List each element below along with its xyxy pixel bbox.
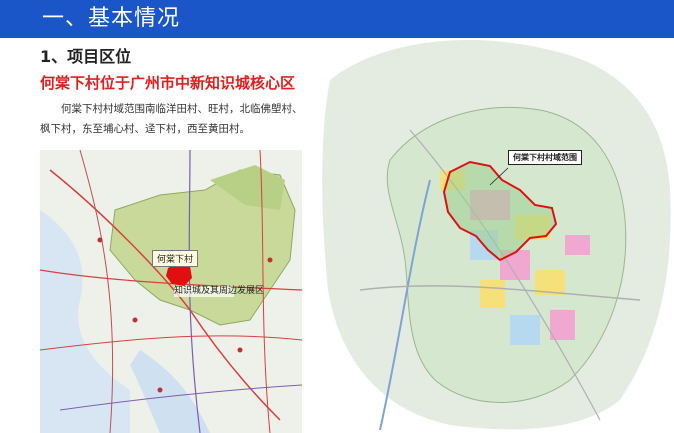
body-paragraph: 何棠下村村域范围南临洋田村、旺村，北临佛塱村、枫下村，东至埔心村、迳下村，西至黄… (40, 103, 303, 135)
page-title: 一、基本情况 (42, 6, 181, 31)
headline: 何棠下村位于广州市中新知识城核心区 (40, 74, 296, 92)
header-bar: 一、基本情况 (0, 0, 674, 38)
village-boundary-label: 何棠下村村域范围 (508, 150, 582, 165)
core-area-label: 知识城及其周边发展区 (174, 286, 265, 297)
land-use-map-graphic (320, 40, 674, 433)
village-label: 何棠下村 (152, 250, 199, 267)
section-title: 1、项目区位 (40, 47, 132, 66)
regional-location-map: 何棠下村 知识城及其周边发展区 (40, 150, 302, 433)
land-use-map: 何棠下村村域范围 (320, 40, 674, 433)
